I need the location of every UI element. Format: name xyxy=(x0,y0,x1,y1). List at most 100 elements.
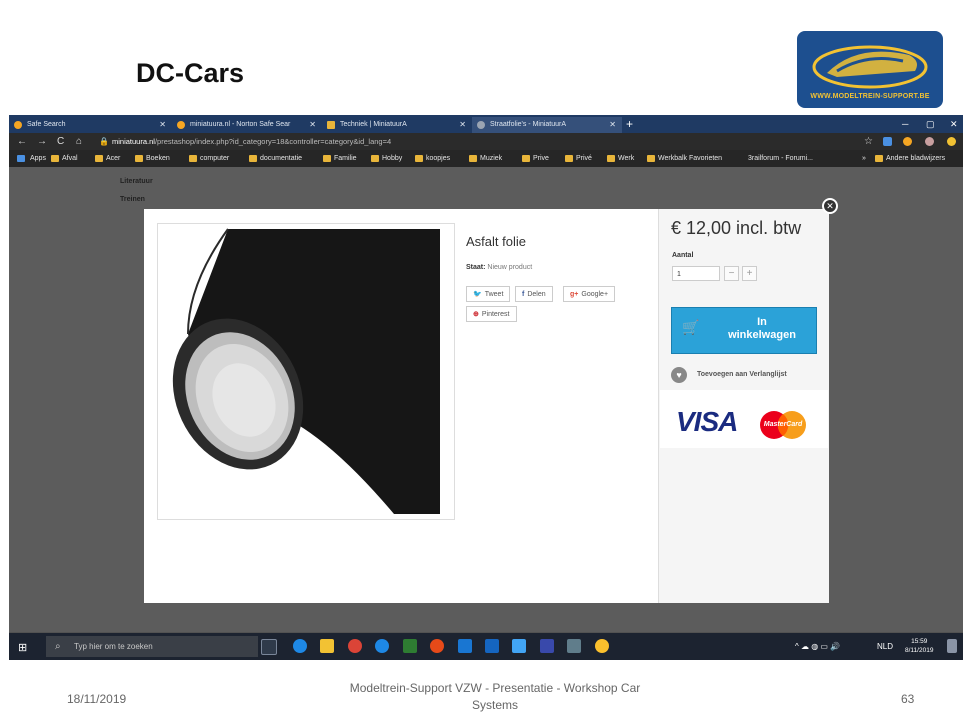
footer-center: Modeltrein-Support VZW - Presentatie - W… xyxy=(349,681,641,712)
modeltrein-support-logo: WWW.MODELTREIN-SUPPORT.BE xyxy=(797,31,943,108)
bookmark-link[interactable]: 3railforum - Forumi... xyxy=(737,150,813,167)
add-to-cart-label: In winkelwagen xyxy=(712,316,812,342)
quantity-increase-button[interactable]: + xyxy=(742,266,757,281)
minimize-button[interactable]: ─ xyxy=(902,115,908,133)
task-view-icon[interactable] xyxy=(261,639,277,655)
weather-icon[interactable] xyxy=(595,639,609,653)
bookmark-folder[interactable]: Acer xyxy=(95,150,120,167)
bookmark-folder[interactable]: documentatie xyxy=(249,150,302,167)
language-indicator[interactable]: NLD xyxy=(877,633,893,660)
bookmark-label: Werk xyxy=(618,155,635,162)
site-favicon-icon xyxy=(327,121,335,129)
taskbar-clock[interactable]: 15:59 8/11/2019 xyxy=(905,637,933,655)
share-facebook-button[interactable]: f Delen xyxy=(515,286,553,302)
url-field[interactable]: miniatuura.nl/prestashop/index.php?id_ca… xyxy=(112,135,391,148)
sidebar-item-treinen[interactable]: Treinen xyxy=(120,196,145,203)
close-icon[interactable]: ✕ xyxy=(159,117,166,133)
folder-icon xyxy=(323,155,331,162)
tab-straatfolies[interactable]: Straatfolie's - MiniatuurA ✕ xyxy=(472,117,622,133)
extension-icon[interactable] xyxy=(883,137,892,146)
folder-icon xyxy=(51,155,59,162)
more-bookmarks-icon[interactable]: » xyxy=(862,150,866,167)
bookmark-folder[interactable]: Hobby xyxy=(371,150,402,167)
profile-avatar-icon[interactable] xyxy=(925,137,934,146)
tab-norton[interactable]: miniatuura.nl - Norton Safe Sear ✕ xyxy=(172,117,322,133)
slide-title: DC-Cars xyxy=(136,58,245,88)
visa-logo: VISA xyxy=(676,406,738,437)
system-tray-icons[interactable]: ^ ☁ ◍ ▭ 🔊 xyxy=(795,633,840,660)
lock-icon: 🔒 xyxy=(99,137,109,146)
bookmark-folder[interactable]: computer xyxy=(189,150,229,167)
mastercard-label: MasterCard xyxy=(763,421,803,428)
tab-safe-search[interactable]: Safe Search ✕ xyxy=(9,117,172,133)
bookmark-folder[interactable]: Werk xyxy=(607,150,634,167)
bookmark-label: Afval xyxy=(62,155,78,162)
bookmark-label: Privé xyxy=(576,155,592,162)
add-to-cart-button[interactable]: 🛒 In winkelwagen xyxy=(671,307,817,354)
reload-icon[interactable]: C xyxy=(57,133,64,150)
close-icon[interactable]: ✕ xyxy=(309,117,316,133)
home-icon[interactable]: ⌂ xyxy=(76,133,82,150)
pinterest-label: Pinterest xyxy=(481,311,510,318)
cart-icon: 🛒 xyxy=(682,319,700,335)
bookmark-folder[interactable]: Familie xyxy=(323,150,357,167)
tab-techniek[interactable]: Techniek | MiniatuurA ✕ xyxy=(322,117,472,133)
sidebar-item-literatuur[interactable]: Literatuur xyxy=(120,178,153,185)
taskbar-search-input[interactable]: ⌕ Typ hier om te zoeken xyxy=(46,636,258,657)
chrome-icon[interactable] xyxy=(348,639,362,653)
quantity-decrease-button[interactable]: − xyxy=(724,266,739,281)
calculator-icon[interactable] xyxy=(540,639,554,653)
product-condition: Staat: Nieuw product xyxy=(466,264,532,271)
google-plus-label: Google+ xyxy=(581,291,609,298)
bookmark-folder[interactable]: Afval xyxy=(51,150,78,167)
forward-icon[interactable]: → xyxy=(37,133,47,150)
logo-text: WWW.MODELTREIN-SUPPORT.BE xyxy=(810,93,930,100)
file-explorer-icon[interactable] xyxy=(320,639,334,653)
bookmark-folder[interactable]: Muziek xyxy=(469,150,502,167)
windows-start-icon[interactable]: ⊞ xyxy=(18,641,27,654)
bookmark-label: Werkbalk Favorieten xyxy=(658,155,723,162)
close-icon[interactable]: ✕ xyxy=(459,117,466,133)
excel-icon[interactable] xyxy=(403,639,417,653)
bookmark-folder[interactable]: koopjes xyxy=(415,150,450,167)
tab-label: Safe Search xyxy=(27,121,66,128)
edge-icon[interactable] xyxy=(293,639,307,653)
media-app-icon[interactable] xyxy=(430,639,444,653)
word-icon[interactable] xyxy=(485,639,499,653)
bookmark-label: Muziek xyxy=(480,155,503,162)
folder-icon xyxy=(469,155,477,162)
quantity-input[interactable]: 1 xyxy=(672,266,720,281)
tool-icon[interactable] xyxy=(567,639,581,653)
notifications-icon[interactable] xyxy=(947,639,957,653)
safe-search-icon xyxy=(14,121,22,129)
cart-label-line1: In xyxy=(757,316,767,328)
close-modal-button[interactable]: ✕ xyxy=(822,198,838,214)
bookmark-folder[interactable]: Werkbalk Favorieten xyxy=(647,150,722,167)
other-bookmarks[interactable]: Andere bladwijzers xyxy=(875,150,945,167)
bookmark-folder[interactable]: Privé xyxy=(565,150,592,167)
pinterest-button[interactable]: ⊕ Pinterest xyxy=(466,306,517,322)
bookmark-folder[interactable]: Boeken xyxy=(135,150,170,167)
folder-icon xyxy=(647,155,655,162)
new-tab-button[interactable]: + xyxy=(626,115,633,133)
maximize-button[interactable]: ▢ xyxy=(926,115,935,133)
bookmark-star-icon[interactable]: ☆ xyxy=(864,133,873,150)
google-plus-button[interactable]: g+ Google+ xyxy=(563,286,616,302)
back-icon[interactable]: ← xyxy=(17,133,27,150)
facebook-icon: f xyxy=(522,291,525,298)
internet-explorer-icon[interactable] xyxy=(375,639,389,653)
bookmark-apps[interactable]: Apps xyxy=(17,150,46,167)
menu-icon[interactable] xyxy=(947,137,956,146)
outlook-icon[interactable] xyxy=(458,639,472,653)
add-to-wishlist-link[interactable]: Toevoegen aan Verlanglijst xyxy=(697,371,787,378)
bookmark-label: computer xyxy=(200,155,230,162)
close-window-button[interactable]: ✕ xyxy=(950,115,958,133)
close-icon[interactable]: ✕ xyxy=(609,117,616,133)
bookmark-folder[interactable]: Prive xyxy=(522,150,549,167)
app-icon[interactable] xyxy=(512,639,526,653)
tweet-button[interactable]: 🐦 Tweet xyxy=(466,286,511,302)
heart-icon[interactable]: ♥ xyxy=(671,367,687,383)
bookmark-label: 3railforum - Forumi... xyxy=(748,155,813,162)
norton-extension-icon[interactable] xyxy=(903,137,912,146)
tab-label: miniatuura.nl - Norton Safe Sear xyxy=(190,121,291,128)
